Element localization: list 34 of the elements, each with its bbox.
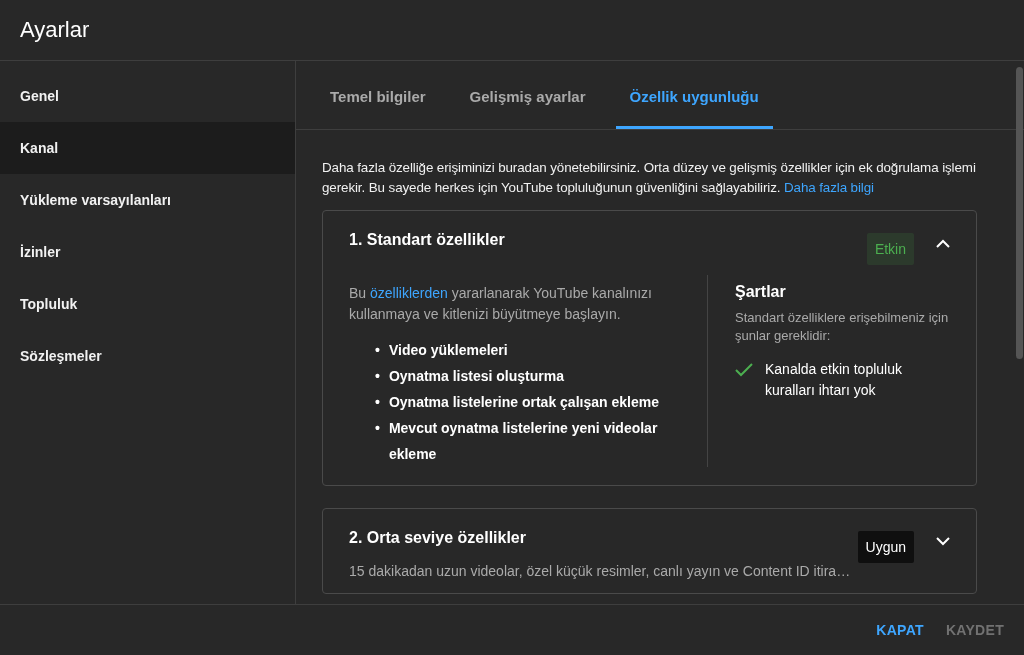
- list-bullet: •: [375, 419, 380, 438]
- sidebar-item[interactable]: Genel: [0, 70, 295, 122]
- list-bullet: •: [375, 341, 380, 360]
- list-bullet: •: [375, 367, 380, 386]
- sidebar-item[interactable]: Sözleşmeler: [0, 330, 295, 382]
- feature-item: Mevcut oynatma listelerine yeni videolar ekleme: [388, 419, 659, 464]
- chevron-icon[interactable]: [936, 239, 950, 248]
- list-bullet: •: [375, 393, 380, 412]
- chevron-icon[interactable]: [936, 537, 950, 546]
- card-title: 1. Standart özellikler: [349, 230, 506, 249]
- status-badge: Etkin: [866, 233, 914, 265]
- sidebar-item[interactable]: Kanal: [0, 122, 295, 174]
- feature-item: Oynatma listelerine ortak çalışan ekleme: [388, 393, 659, 412]
- learn-more-link[interactable]: Daha fazla bilgi: [784, 180, 874, 195]
- card-summary: 15 dakikadan uzun videolar, özel küçük resimler, canlı yayın ve Content ID itira…: [348, 563, 852, 581]
- features-link[interactable]: özelliklerden: [370, 285, 448, 301]
- requirement-text: Kanalda etkin topluluk kuralları ihtarı yok: [765, 360, 903, 400]
- sidebar-item[interactable]: Yükleme varsayılanları: [0, 174, 295, 226]
- tab[interactable]: Özellik uygunluğu: [615, 61, 773, 129]
- status-badge: Uygun: [857, 531, 914, 563]
- requirements-title: Şartlar: [735, 283, 787, 301]
- sidebar-item[interactable]: İzinler: [0, 226, 295, 278]
- requirements-text: Standart özelliklere erişebilmeniz için şunlar gereklidir:: [735, 309, 950, 345]
- intro-text: Daha fazla özelliğe erişiminizi buradan yönetebilirsiniz. Orta düzey ve gelişmiş özellikler için ek doğrulama işlemi gerekir. Bu sayede herkes için YouTube topluluğunun güvenliğini sağlayabiliriz. Daha fazla bilgi: [322, 159, 977, 197]
- sidebar-item[interactable]: Topluluk: [0, 278, 295, 330]
- tab[interactable]: Gelişmiş ayarlar: [455, 61, 600, 129]
- tab[interactable]: Temel bilgiler: [316, 61, 440, 129]
- scrollbar[interactable]: [1016, 67, 1023, 359]
- feature-item: Video yüklemeleri: [388, 341, 508, 360]
- feature-item: Oynatma listesi oluşturma: [388, 367, 564, 386]
- card-title: 2. Orta seviye özellikler: [349, 528, 527, 547]
- description-text: Bu özelliklerden yararlanarak YouTube kanalınızı kullanmaya ve kitlenizi büyütmeye başlayın.: [349, 284, 653, 324]
- window-title: Ayarlar: [20, 17, 90, 43]
- footer-button[interactable]: KAPAT: [868, 613, 932, 646]
